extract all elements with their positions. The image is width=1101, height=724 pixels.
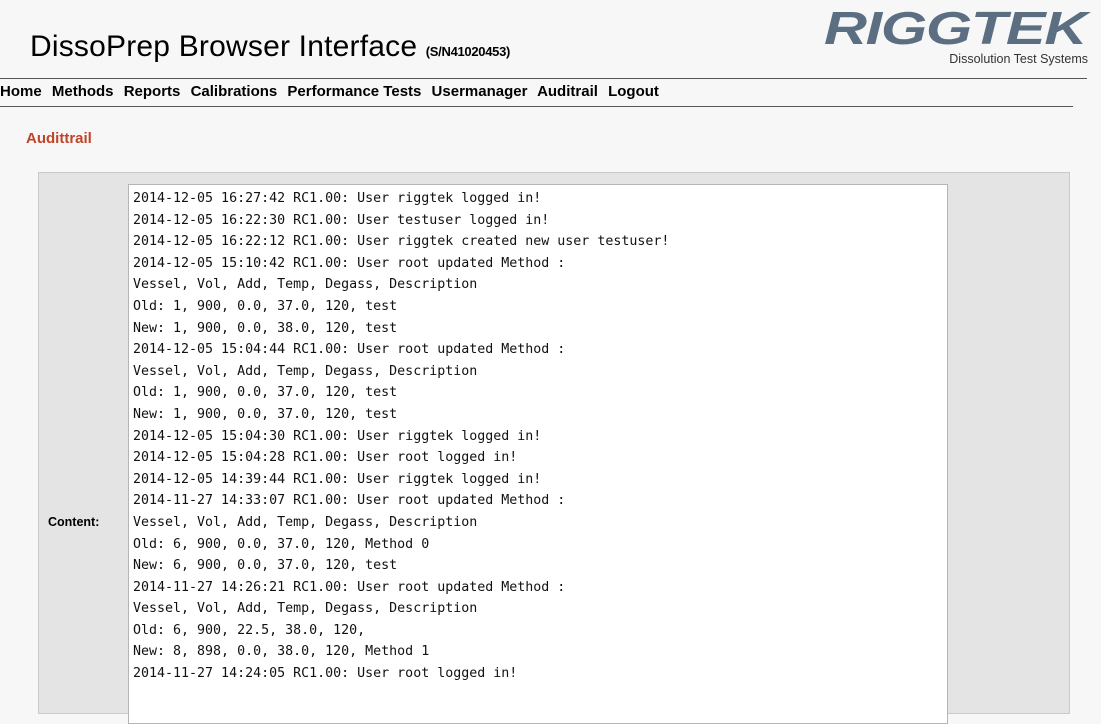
page-title: Audittrail — [26, 130, 92, 147]
log-line: Old: 1, 900, 0.0, 37.0, 120, test — [133, 385, 398, 401]
main-nav: Home Methods Reports Calibrations Perfor… — [0, 83, 1087, 105]
log-line: Vessel, Vol, Add, Temp, Degass, Descript… — [133, 514, 478, 530]
page-header: DissoPrep Browser Interface (S/N41020453… — [0, 0, 1101, 80]
app-title: DissoPrep Browser Interface (S/N41020453… — [30, 30, 510, 64]
log-line: 2014-11-27 14:26:21 RC1.00: User root up… — [133, 579, 566, 595]
nav-reports[interactable]: Reports — [124, 83, 181, 100]
riggtek-logo-mark: RIGGTEK — [824, 8, 1092, 48]
nav-logout[interactable]: Logout — [608, 83, 659, 100]
logo-wordmark: RIGGTEK — [824, 8, 1091, 48]
log-line: 2014-12-05 16:22:30 RC1.00: User testuse… — [133, 212, 550, 228]
log-line: Old: 1, 900, 0.0, 37.0, 120, test — [133, 298, 398, 314]
log-line: New: 1, 900, 0.0, 38.0, 120, test — [133, 320, 398, 336]
nav-performance-tests[interactable]: Performance Tests — [287, 83, 421, 100]
log-line: Old: 6, 900, 22.5, 38.0, 120, — [133, 622, 366, 638]
log-line: 2014-12-05 16:27:42 RC1.00: User riggtek… — [133, 191, 542, 206]
content-label: Content: — [48, 515, 100, 529]
nav-home[interactable]: Home — [0, 83, 42, 100]
log-line: New: 6, 900, 0.0, 37.0, 120, test — [133, 558, 398, 574]
log-line: 2014-12-05 15:04:30 RC1.00: User riggtek… — [133, 428, 542, 444]
log-line: 2014-12-05 15:04:28 RC1.00: User root lo… — [133, 450, 518, 466]
log-line: 2014-12-05 16:22:12 RC1.00: User riggtek… — [133, 234, 670, 250]
log-line: 2014-11-27 14:24:05 RC1.00: User root lo… — [133, 666, 518, 682]
nav-calibrations[interactable]: Calibrations — [191, 83, 278, 100]
log-line: 2014-12-05 15:10:42 RC1.00: User root up… — [133, 255, 566, 271]
log-line: Vessel, Vol, Add, Temp, Degass, Descript… — [133, 363, 478, 379]
riggtek-logo: RIGGTEK Dissolution Test Systems — [822, 8, 1092, 72]
serial-number: (S/N41020453) — [425, 44, 511, 59]
header-divider — [0, 78, 1087, 79]
logo-tagline: Dissolution Test Systems — [949, 52, 1088, 66]
log-line: Vessel, Vol, Add, Temp, Degass, Descript… — [133, 601, 478, 617]
log-line: Vessel, Vol, Add, Temp, Degass, Descript… — [133, 277, 478, 293]
log-line: New: 1, 900, 0.0, 37.0, 120, test — [133, 406, 398, 422]
log-line: New: 8, 898, 0.0, 38.0, 120, Method 1 — [133, 644, 430, 660]
log-line: 2014-12-05 14:39:44 RC1.00: User riggtek… — [133, 471, 542, 487]
log-line: Old: 6, 900, 0.0, 37.0, 120, Method 0 — [133, 536, 430, 552]
nav-auditrail[interactable]: Auditrail — [537, 83, 598, 100]
log-line: 2014-12-05 15:04:44 RC1.00: User root up… — [133, 342, 566, 358]
nav-methods[interactable]: Methods — [52, 83, 114, 100]
app-title-text: DissoPrep Browser Interface — [30, 30, 418, 63]
log-line: 2014-11-27 14:33:07 RC1.00: User root up… — [133, 493, 566, 509]
nav-usermanager[interactable]: Usermanager — [432, 83, 528, 100]
audit-log-textarea[interactable]: 2014-12-05 16:27:42 RC1.00: User riggtek… — [128, 184, 948, 724]
nav-divider — [0, 106, 1073, 107]
